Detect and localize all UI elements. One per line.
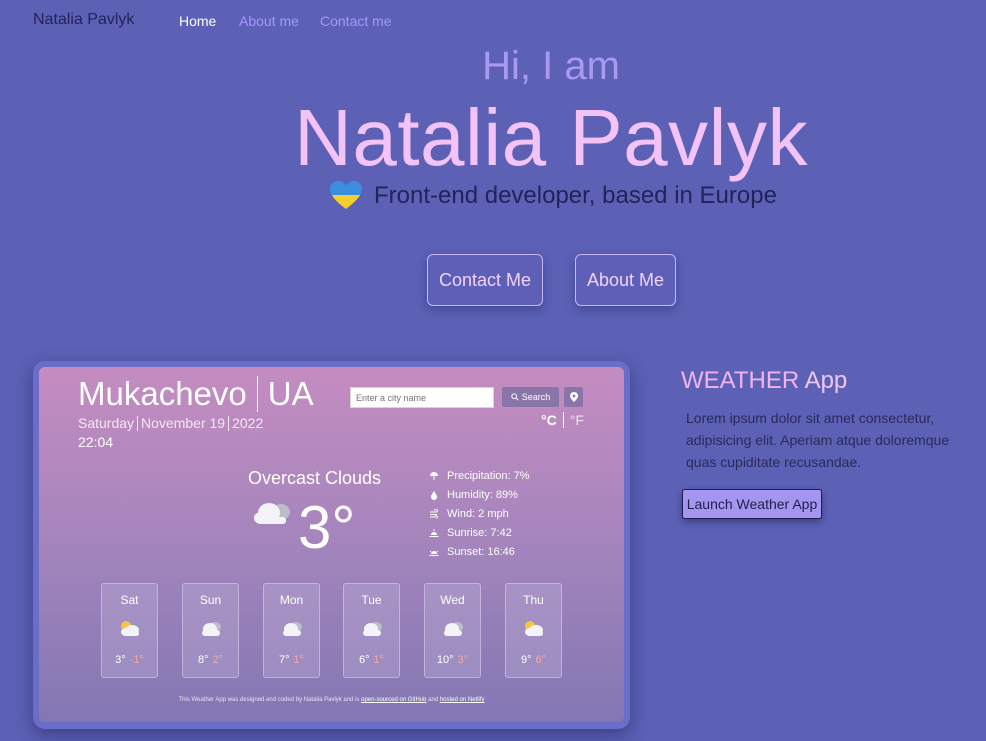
- city-search-input[interactable]: [350, 387, 494, 408]
- day-name: Saturday: [78, 415, 135, 431]
- ukraine-heart-icon: [330, 181, 362, 209]
- forecast-card-tue: Tue 6° 1°: [343, 583, 400, 678]
- date-text: November 19: [141, 415, 226, 431]
- hero-name: Natalia Pavlyk: [294, 93, 808, 182]
- forecast-card-wed: Wed 10° 3°: [424, 583, 481, 678]
- forecast-card-mon: Mon 7° 1°: [263, 583, 320, 678]
- weather-details: Precipitation: 7% Humidity: 89% Wind: 2 …: [429, 466, 530, 561]
- cloud-icon: [362, 622, 382, 636]
- hero-greeting: Hi, I am: [482, 44, 620, 88]
- netlify-link[interactable]: hosted on Netlify: [440, 697, 485, 703]
- sun-cloud-icon: [120, 621, 139, 636]
- drop-icon: [431, 490, 437, 500]
- forecast-card-sat: Sat 3° -1°: [101, 583, 158, 678]
- app-credits: This Weather App was designed and coded …: [178, 697, 485, 703]
- precipitation-row: Precipitation: 7%: [429, 466, 530, 485]
- location-pin-icon: [569, 392, 578, 402]
- city-name: Mukachevo: [78, 375, 247, 412]
- nav-link-home[interactable]: Home: [179, 13, 216, 29]
- date-line: Saturday November 19 2022: [78, 415, 263, 431]
- sunset-row: Sunset: 16:46: [429, 542, 530, 561]
- sunset-icon: [429, 550, 439, 556]
- nav-link-about[interactable]: About me: [239, 13, 299, 29]
- github-link[interactable]: open-sourced on GitHub: [361, 697, 426, 703]
- forecast-card-sun: Sun 8° 2°: [182, 583, 239, 678]
- sunrise-icon: [429, 528, 439, 537]
- cloud-icon: [443, 622, 463, 636]
- weather-app-screenshot[interactable]: Mukachevo UA Saturday November 19 2022 2…: [39, 367, 624, 722]
- local-time: 22:04: [78, 434, 114, 450]
- fahrenheit-link[interactable]: °F: [570, 412, 584, 428]
- search-icon: [511, 393, 519, 401]
- umbrella-icon: [430, 471, 438, 480]
- unit-toggle: °C °F: [541, 412, 584, 428]
- city-heading: Mukachevo UA: [78, 375, 314, 413]
- project-title: WEATHER App: [681, 367, 848, 394]
- contact-me-button[interactable]: Contact Me: [427, 254, 543, 306]
- current-temperature: 3°: [298, 494, 356, 561]
- cloud-icon: [282, 622, 302, 636]
- search-label: Search: [521, 392, 551, 402]
- current-location-button[interactable]: [564, 387, 583, 407]
- hero-tagline: Front-end developer, based in Europe: [330, 181, 777, 211]
- cloud-icon: [254, 503, 290, 524]
- sunrise-row: Sunrise: 7:42: [429, 523, 530, 542]
- year-text: 2022: [232, 415, 264, 431]
- cloud-icon: [201, 622, 221, 636]
- launch-weather-app-button[interactable]: Launch Weather App: [682, 489, 822, 519]
- brand-name[interactable]: Natalia Pavlyk: [33, 11, 134, 29]
- weather-description: Overcast Clouds: [248, 468, 382, 488]
- humidity-row: Humidity: 89%: [429, 485, 530, 504]
- nav-link-contact[interactable]: Contact me: [320, 13, 392, 29]
- country-code: UA: [267, 375, 314, 412]
- sun-cloud-icon: [524, 621, 543, 636]
- tagline-text: Front-end developer, based in Europe: [374, 182, 777, 209]
- project-description: Lorem ipsum dolor sit amet consectetur, …: [686, 410, 950, 470]
- forecast-card-thu: Thu 9° 6°: [505, 583, 562, 678]
- celsius-link[interactable]: °C: [541, 412, 557, 428]
- wind-icon: [430, 508, 438, 519]
- search-button[interactable]: Search: [502, 387, 559, 407]
- wind-row: Wind: 2 mph: [429, 504, 530, 523]
- about-me-button[interactable]: About Me: [575, 254, 676, 306]
